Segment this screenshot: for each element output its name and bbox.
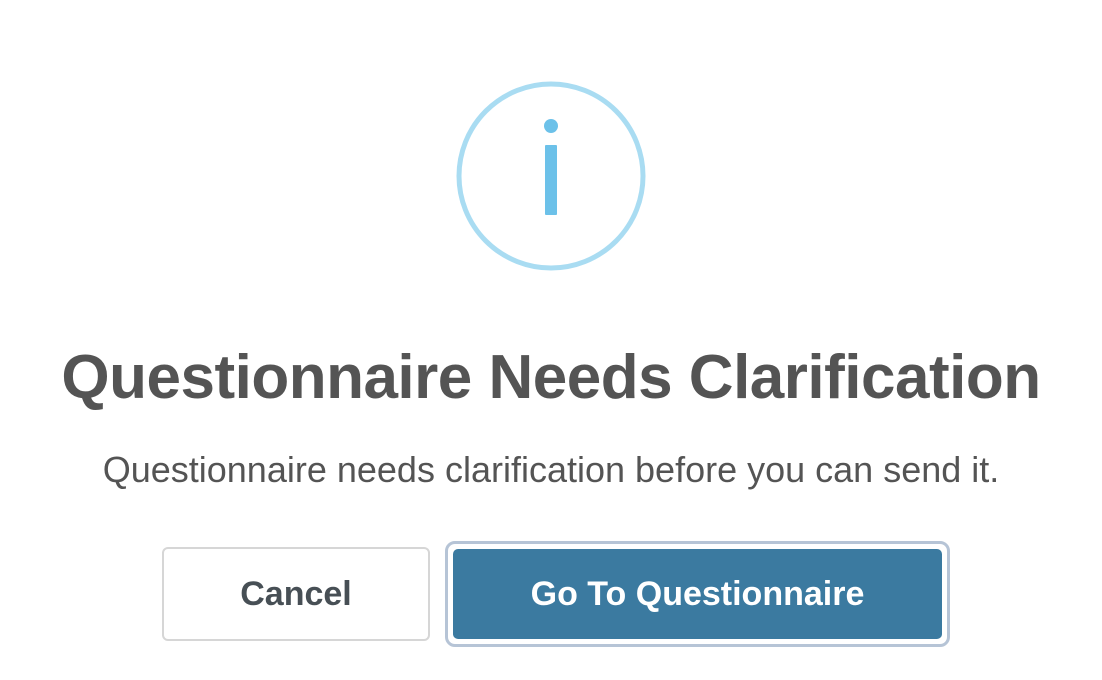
go-to-questionnaire-button[interactable]: Go To Questionnaire <box>453 549 942 639</box>
dialog-message: Questionnaire needs clarification before… <box>102 449 1000 490</box>
cancel-button[interactable]: Cancel <box>162 547 430 641</box>
info-icon <box>456 81 646 271</box>
clarification-dialog: Questionnaire Needs Clarification Questi… <box>0 0 1102 680</box>
dialog-title: Questionnaire Needs Clarification <box>61 343 1041 412</box>
